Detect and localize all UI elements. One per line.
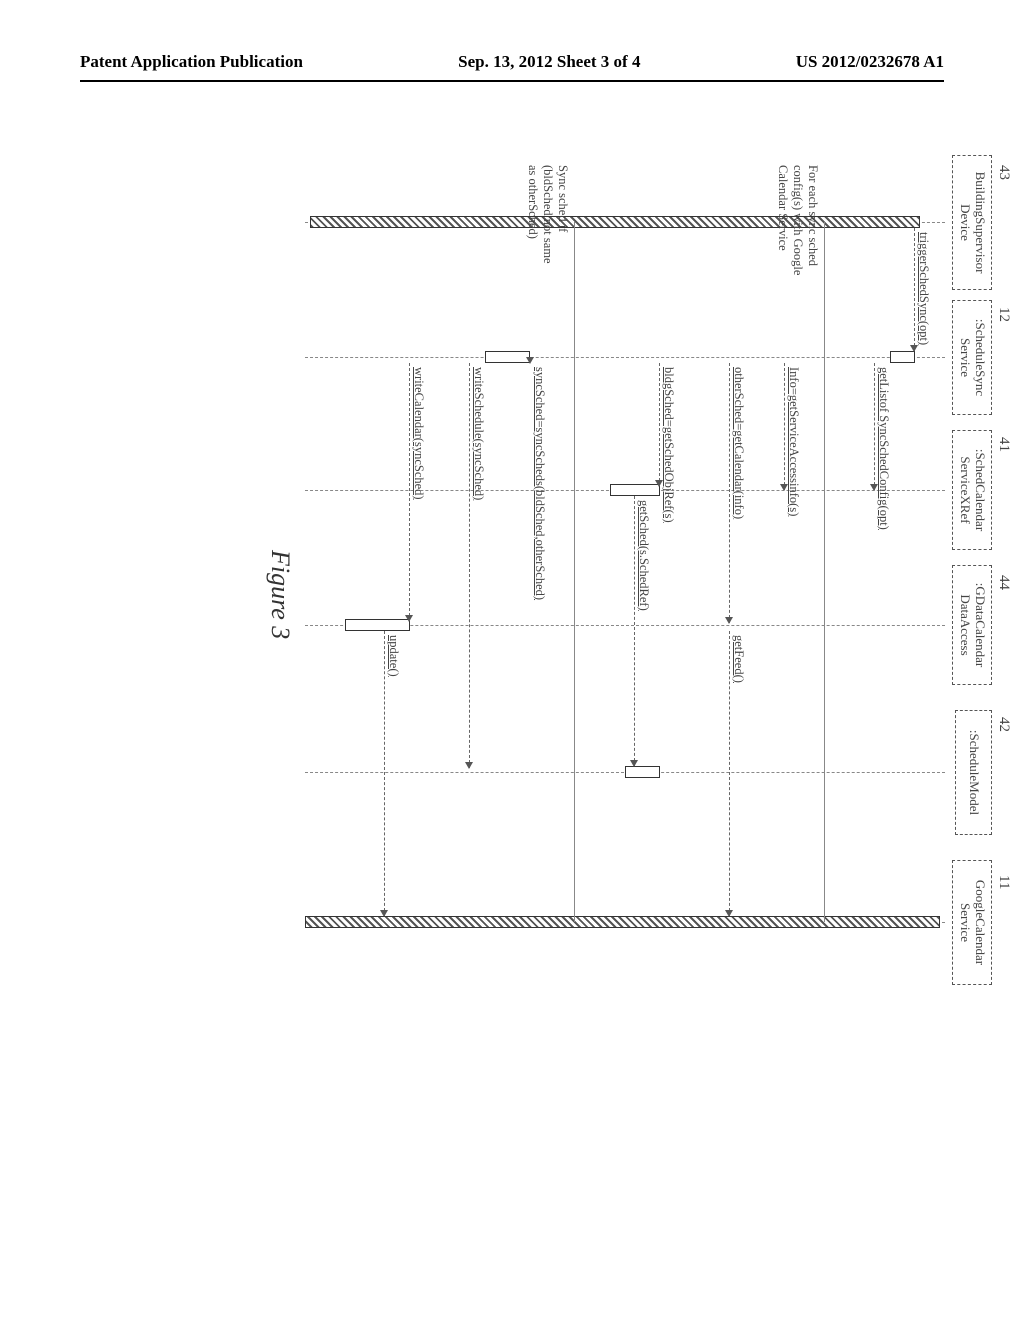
note-line: (bldSched not same — [541, 165, 555, 264]
note-line: as otherSched) — [526, 165, 540, 239]
ref-41: 41 — [995, 437, 1012, 452]
msg-get-calendar: otherSched=getCalendar(info) — [729, 363, 730, 623]
activation-google-calendar — [305, 916, 940, 928]
lifeline-label: Service — [958, 903, 973, 942]
note-line: For each sync sched — [806, 165, 820, 266]
ref-44: 44 — [995, 575, 1012, 590]
frame-divider — [574, 222, 575, 922]
activation-box — [625, 766, 660, 778]
msg-get-feed: getFeed() — [729, 631, 730, 916]
note-line: Sync sched if — [556, 165, 570, 232]
header-center: Sep. 13, 2012 Sheet 3 of 4 — [458, 52, 640, 72]
lifeline-label: :ScheduleSync — [973, 319, 988, 396]
msg-label: writeCalendar(syncSched) — [411, 367, 426, 500]
msg-label: syncSched=syncScheds(bldSched,otherSched… — [532, 367, 547, 600]
msg-label: bldgSched=getSchedObjRef(s) — [661, 367, 676, 523]
ref-42: 42 — [995, 717, 1012, 732]
note-line: Calendar Service — [776, 165, 790, 251]
msg-label: writeSchedule(syncSched) — [471, 367, 486, 500]
figure-caption: Figure 3 — [265, 550, 295, 639]
frame-divider — [824, 222, 825, 922]
activation-box — [485, 351, 530, 363]
lifeline-label: BuildingSupervisor — [973, 172, 988, 274]
msg-trigger-sched-sync: triggerSchedSync(opt) — [914, 228, 915, 351]
msg-update: update() — [384, 631, 385, 916]
lifeline-google-calendar: GoogleCalendar Service — [952, 860, 992, 985]
msg-label: getFeed() — [731, 635, 746, 683]
lifeline-label: DataAccess — [958, 594, 973, 655]
msg-label: update() — [386, 635, 401, 677]
ref-12: 12 — [995, 307, 1012, 322]
note-line: config(s) with Google — [791, 165, 805, 275]
header-left: Patent Application Publication — [80, 52, 303, 72]
msg-label: triggerSchedSync(opt) — [916, 232, 931, 345]
lifeline-label: Service — [958, 338, 973, 377]
lifeline-label: :GDataCalendar — [973, 583, 988, 667]
msg-get-sched-objref: bldgSched=getSchedObjRef(s) — [659, 363, 660, 486]
note-sync-cond: Sync sched if (bldSched not same as othe… — [525, 165, 570, 264]
lifeline-line — [305, 357, 945, 358]
msg-label: otherSched=getCalendar(info) — [731, 367, 746, 519]
activation-building-supervisor — [310, 216, 920, 228]
ref-11: 11 — [995, 875, 1012, 889]
msg-get-sched: getSched(s.SchedRef) — [634, 496, 635, 766]
msg-write-schedule: writeSchedule(syncSched) — [469, 363, 470, 768]
lifeline-building-supervisor: BuildingSupervisor Device — [952, 155, 992, 290]
msg-label: getSched(s.SchedRef) — [636, 500, 651, 611]
msg-label: getListof SyncSchedConfig(opt) — [876, 367, 891, 530]
lifeline-gdata-calendar: :GDataCalendar DataAccess — [952, 565, 992, 685]
lifeline-schedule-sync: :ScheduleSync Service — [952, 300, 992, 415]
note-loop-1: For each sync sched config(s) with Googl… — [775, 165, 820, 275]
page-header: Patent Application Publication Sep. 13, … — [0, 52, 1024, 72]
header-right: US 2012/0232678 A1 — [796, 52, 944, 72]
header-rule — [80, 80, 944, 82]
activation-box — [890, 351, 915, 363]
lifeline-label: :SchedCalendar — [973, 449, 988, 531]
lifeline-label: Device — [958, 204, 973, 241]
lifeline-label: ServiceXRef — [958, 456, 973, 523]
msg-write-calendar: writeCalendar(syncSched) — [409, 363, 410, 621]
activation-box — [610, 484, 660, 496]
ref-43: 43 — [995, 165, 1012, 180]
sequence-diagram: 43 BuildingSupervisor Device 12 :Schedul… — [30, 235, 950, 995]
msg-get-list-config: getListof SyncSchedConfig(opt) — [874, 363, 875, 490]
lifeline-label: GoogleCalendar — [973, 880, 988, 965]
lifeline-sched-calendar-xref: :SchedCalendar ServiceXRef — [952, 430, 992, 550]
msg-label: Info=getServiceAccessinfo(s) — [786, 367, 801, 516]
lifeline-schedule-model: :ScheduleModel — [955, 710, 992, 835]
activation-box — [345, 619, 410, 631]
lifeline-label: :ScheduleModel — [967, 730, 982, 815]
msg-get-service-access: Info=getServiceAccessinfo(s) — [784, 363, 785, 490]
